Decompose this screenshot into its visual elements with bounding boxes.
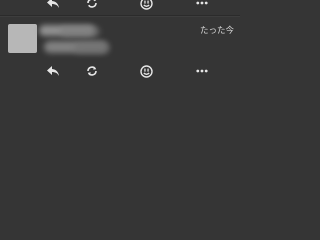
reply-icon [47, 66, 59, 76]
retweet-button[interactable] [83, 0, 101, 11]
user-name-obscured-tail [60, 26, 100, 37]
post-text-obscured-tail [74, 42, 110, 54]
more-icon [196, 69, 208, 73]
timeline-screen: たった今 [0, 0, 240, 240]
reply-button[interactable] [44, 63, 62, 79]
previous-post-action-bar [0, 0, 240, 11]
more-button[interactable] [193, 63, 211, 79]
retweet-icon [87, 66, 97, 76]
more-button[interactable] [193, 0, 211, 11]
reaction-button[interactable] [137, 0, 155, 11]
avatar[interactable] [8, 24, 37, 53]
retweet-button[interactable] [83, 63, 101, 79]
reply-button[interactable] [44, 0, 62, 11]
post-action-bar [0, 63, 240, 79]
reaction-button[interactable] [137, 63, 155, 79]
post-timestamp: たった今 [199, 26, 234, 36]
reaction-icon [139, 64, 153, 78]
more-icon [196, 1, 208, 5]
retweet-icon [87, 0, 97, 8]
reaction-icon [139, 0, 153, 10]
reply-icon [47, 0, 59, 8]
